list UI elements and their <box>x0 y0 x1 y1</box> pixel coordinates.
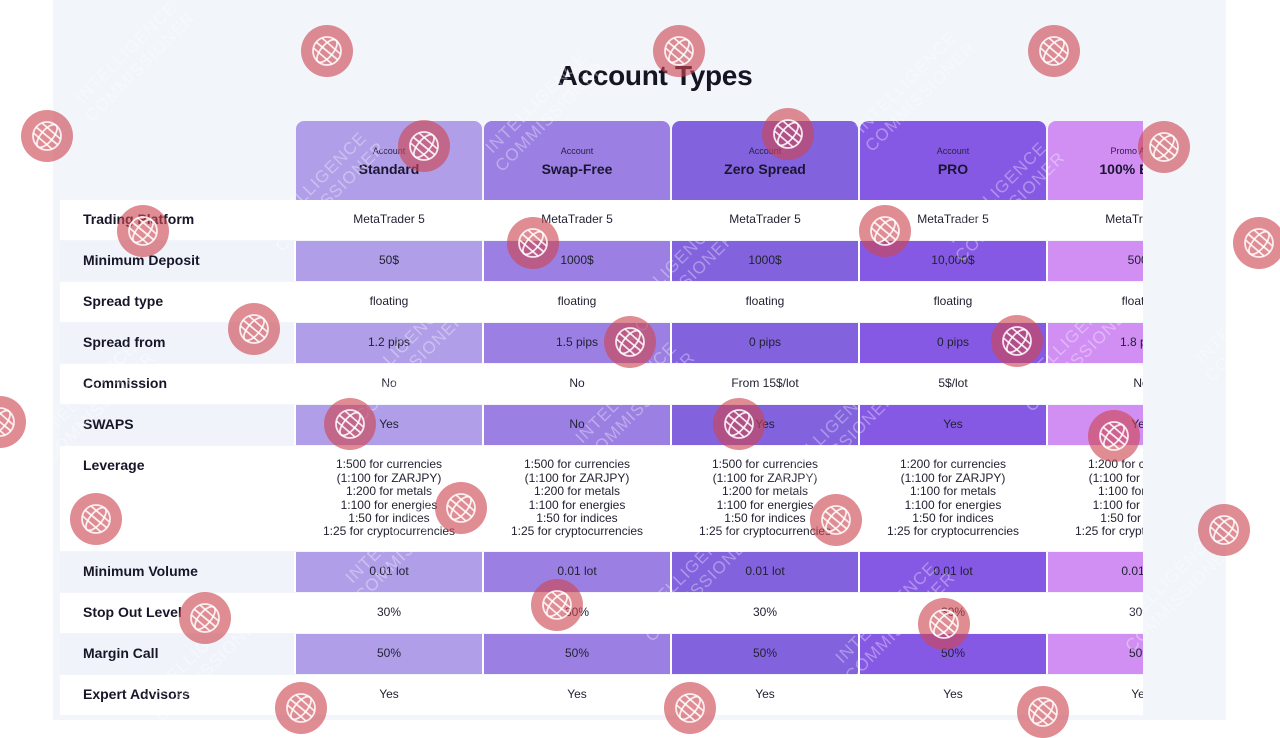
account-kicker: Account <box>560 145 594 156</box>
table-cell: 30% <box>564 605 590 620</box>
table-cell: No <box>569 376 585 391</box>
table-cell: No <box>381 376 397 391</box>
row-label: Minimum Volume <box>60 552 294 592</box>
table-cell: floating <box>745 294 785 309</box>
globe-icon <box>1233 217 1280 269</box>
table-cell: floating <box>557 294 597 309</box>
table-cell: MetaTrader 5 <box>917 212 989 227</box>
table-cell: 1:200 for currencies (1:100 for ZARJPY) … <box>886 457 1020 539</box>
table-row: Trading Platform MetaTrader 5 MetaTrader 5… <box>60 200 1143 240</box>
table-cell: 30% <box>940 605 966 620</box>
row-label: Commission <box>60 364 294 404</box>
table-cell: 1.5 pips <box>484 323 670 363</box>
account-types-table[interactable]: Account Standard Account Swap-Free Account Ze… <box>60 121 1143 715</box>
table-row: SWAPSYesNoYesYesYes <box>60 405 1143 445</box>
row-label: Leverage <box>60 446 294 551</box>
account-kicker: Account <box>936 145 970 156</box>
table-cell: 30% <box>1128 605 1143 620</box>
account-header-pro[interactable]: Account PRO <box>860 121 1046 200</box>
table-cell: Yes <box>567 687 587 702</box>
table-row: Commission No No From 15$/lot 5$/lot No <box>60 364 1143 404</box>
account-header-standard[interactable]: Account Standard <box>296 121 482 200</box>
table-cell: Yes <box>860 405 1046 445</box>
account-header-100-bonus[interactable]: Promo Account 100% Bonus <box>1048 121 1143 200</box>
table-cell: 0.01 lot <box>860 552 1046 592</box>
row-label: Stop Out Level <box>60 593 294 633</box>
table-cell: Yes <box>1131 687 1143 702</box>
table-cell: No <box>1133 376 1143 391</box>
account-kicker: Account <box>748 145 782 156</box>
account-header-swap-free[interactable]: Account Swap-Free <box>484 121 670 200</box>
table-cell: Yes <box>296 405 482 445</box>
row-label: Margin Call <box>60 634 294 674</box>
row-label: Trading Platform <box>60 200 294 240</box>
table-row: Stop Out Level 30% 30% 30% 30% 30% <box>60 593 1143 633</box>
page-title: Account Types <box>557 60 753 91</box>
table-cell: 0.01 lot <box>1048 552 1143 592</box>
table-cell: Yes <box>943 687 963 702</box>
row-label: Spread type <box>60 282 294 322</box>
table-row: Expert Advisors Yes Yes Yes Yes Yes <box>60 675 1143 715</box>
table-cell: 30% <box>376 605 402 620</box>
table-cell: 1.8 pips <box>1048 323 1143 363</box>
table-cell: 0 pips <box>860 323 1046 363</box>
table-header-row: Account Standard Account Swap-Free Account Ze… <box>60 121 1143 200</box>
table-cell: 50% <box>860 634 1046 674</box>
row-label: SWAPS <box>60 405 294 445</box>
table-row: Spread type floating floating floating float… <box>60 282 1143 322</box>
table-cell: MetaTrader 5 <box>729 212 801 227</box>
table-cell: 500$ <box>1048 241 1143 281</box>
table-cell: 1:500 for currencies (1:100 for ZARJPY) … <box>322 457 456 539</box>
table-cell: No <box>484 405 670 445</box>
table-cell: floating <box>369 294 409 309</box>
account-header-zero-spread[interactable]: Account Zero Spread <box>672 121 858 200</box>
table-cell: 1.2 pips <box>296 323 482 363</box>
account-name: Zero Spread <box>724 161 806 177</box>
table-cell: 50% <box>296 634 482 674</box>
table-cell: Yes <box>1048 405 1143 445</box>
account-kicker: Account <box>372 145 406 156</box>
table-cell: 5$/lot <box>938 376 968 391</box>
table-cell: 1:500 for currencies (1:100 for ZARJPY) … <box>510 457 644 539</box>
table-cell: 0 pips <box>672 323 858 363</box>
account-name: 100% Bonus <box>1099 161 1143 177</box>
table-cell: 10,000$ <box>860 241 1046 281</box>
table-cell: Yes <box>379 687 399 702</box>
table-row: Margin Call50%50%50%50%50% <box>60 634 1143 674</box>
table-cell: 50% <box>484 634 670 674</box>
table-row: Spread from 1.2 pips 1.5 pips 0 pips 0 pips 1… <box>60 323 1143 363</box>
account-kicker: Promo Account <box>1110 145 1143 156</box>
table-cell: 50% <box>672 634 858 674</box>
table-cell: From 15$/lot <box>731 376 799 391</box>
header-spacer <box>60 121 294 200</box>
row-label: Expert Advisors <box>60 675 294 715</box>
table-row: Leverage 1:500 for currencies (1:100 for … <box>60 446 1143 551</box>
account-name: Swap-Free <box>541 161 613 177</box>
table-cell: 1:500 for currencies (1:100 for ZARJPY) … <box>698 457 832 539</box>
table-cell: 0.01 lot <box>672 552 858 592</box>
table-cell: 1:200 for currencies (1:100 for ZARJPY) … <box>1074 457 1143 539</box>
globe-icon <box>0 396 26 448</box>
table-cell: Yes <box>672 405 858 445</box>
table-cell: MetaTrader 5 <box>353 212 425 227</box>
table-cell: Yes <box>755 687 775 702</box>
table-cell: floating <box>933 294 973 309</box>
table-cell: 50% <box>1048 634 1143 674</box>
table-row: Minimum Volume 0.01 lot 0.01 lot 0.01 lot 0.… <box>60 552 1143 592</box>
table-cell: 1000$ <box>484 241 670 281</box>
table-cell: MetaTrader 5 <box>541 212 613 227</box>
table-row: Minimum Deposit50$1000$1000$10,000$500$ <box>60 241 1143 281</box>
table-cell: 30% <box>752 605 778 620</box>
table-cell: 50$ <box>296 241 482 281</box>
account-name: PRO <box>937 161 969 177</box>
table-cell: floating <box>1121 294 1143 309</box>
table-cell: 0.01 lot <box>484 552 670 592</box>
table-cell: 0.01 lot <box>296 552 482 592</box>
table-cell: MetaTrader 5 <box>1105 212 1143 227</box>
table-cell: 1000$ <box>672 241 858 281</box>
row-label: Minimum Deposit <box>60 241 294 281</box>
row-label: Spread from <box>60 323 294 363</box>
account-name: Standard <box>358 161 420 177</box>
